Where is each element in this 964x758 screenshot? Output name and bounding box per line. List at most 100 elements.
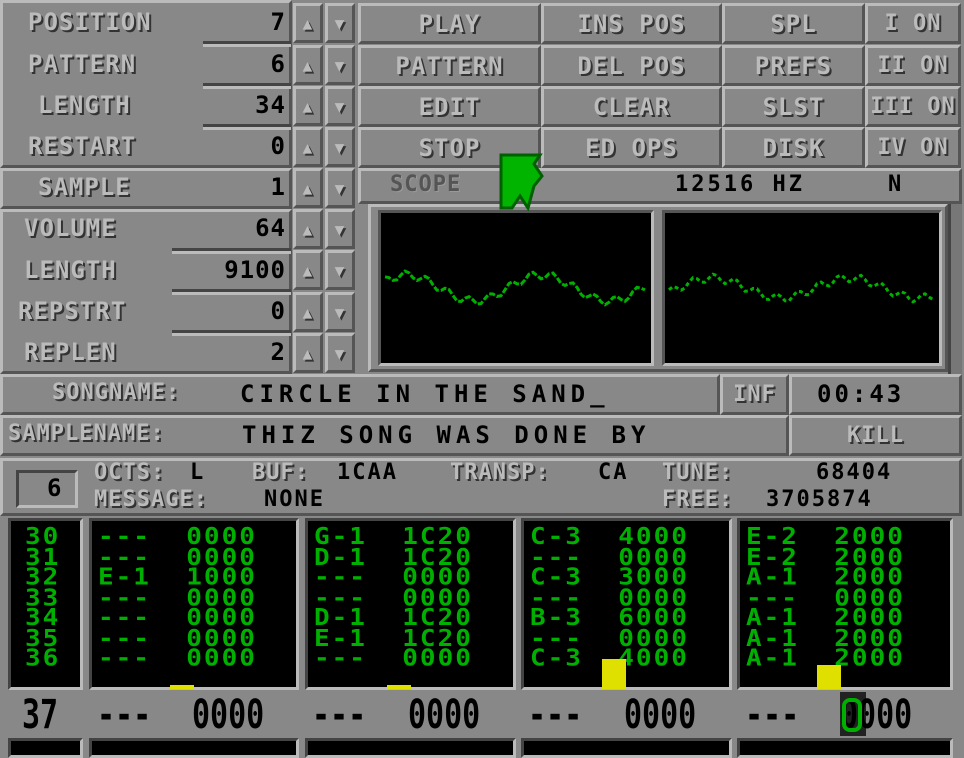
free-value: 3705874 — [766, 487, 873, 512]
sample-length-up-button[interactable]: ▲ — [293, 250, 323, 290]
arrow-down-icon: ▼ — [334, 13, 346, 33]
pattern-button[interactable]: PATTERN — [358, 45, 541, 86]
volume-value[interactable]: 64 — [255, 214, 286, 242]
scope-mode: N — [888, 172, 903, 197]
channel-4-cells[interactable]: E-2 2000 E-2 2000 A-1 2000 --- 0000 A-1 … — [746, 525, 905, 670]
channel-2-label: II ON — [877, 53, 949, 78]
channel-4-label: IV ON — [877, 135, 949, 160]
channel-2-track[interactable]: G-1 1C20 D-1 1C20 --- 0000 --- 0000 D-1 … — [305, 518, 516, 690]
replen-label: REPLEN — [24, 338, 117, 366]
row-numbers: 30 31 32 33 34 35 36 — [25, 523, 61, 672]
inf-button[interactable]: INF — [720, 374, 789, 415]
scope-label[interactable]: SCOPE — [390, 172, 461, 197]
length-label: LENGTH — [38, 91, 131, 119]
samplename-label: SAMPLENAME: — [8, 421, 165, 446]
current-row-ch1-effect: 0000 — [192, 692, 265, 738]
arrow-down-icon: ▼ — [334, 55, 346, 75]
volume-label: VOLUME — [24, 214, 117, 242]
ed-ops-button[interactable]: ED OPS — [541, 127, 722, 168]
repstrt-up-button[interactable]: ▲ — [293, 292, 323, 332]
sample-down-button[interactable]: ▼ — [325, 168, 355, 208]
length-up-button[interactable]: ▲ — [293, 86, 323, 126]
channel-1-cursor — [170, 685, 194, 689]
edit-cursor-digit-highlight — [842, 698, 862, 732]
ed-ops-label: ED OPS — [585, 133, 678, 162]
channel-3-cursor — [602, 659, 626, 689]
replen-value[interactable]: 2 — [271, 338, 286, 366]
current-row-ch3-note: --- — [528, 692, 583, 738]
replen-up-button[interactable]: ▲ — [293, 333, 323, 373]
current-row-number: 37 — [22, 692, 59, 738]
channel-2-toggle[interactable]: II ON — [865, 45, 961, 86]
volume-up-button[interactable]: ▲ — [293, 209, 323, 249]
arrow-up-icon: ▲ — [302, 55, 314, 75]
play-button[interactable]: PLAY — [358, 3, 541, 44]
disk-label: DISK — [762, 133, 825, 162]
tune-value: 68404 — [816, 460, 893, 485]
kill-button[interactable]: KILL — [789, 415, 962, 456]
kill-label: KILL — [847, 423, 904, 448]
ins-pos-button[interactable]: INS POS — [541, 3, 722, 44]
position-up-button[interactable]: ▲ — [293, 3, 323, 43]
position-value[interactable]: 7 — [271, 8, 286, 36]
restart-down-button[interactable]: ▼ — [325, 127, 355, 167]
channel-4-cursor — [817, 665, 841, 689]
del-pos-label: DEL POS — [577, 51, 686, 80]
length-down-button[interactable]: ▼ — [325, 86, 355, 126]
restart-value[interactable]: 0 — [271, 132, 286, 160]
samplename-value[interactable]: THIZ SONG WAS DONE BY — [242, 421, 650, 449]
next-rows-ch2 — [305, 738, 516, 758]
scope-left-trace — [384, 269, 646, 307]
pattern-value[interactable]: 6 — [271, 50, 286, 78]
slst-button[interactable]: SLST — [722, 86, 865, 127]
edit-label: EDIT — [418, 92, 481, 121]
prefs-button[interactable]: PREFS — [722, 45, 865, 86]
octs-label: OCTS: — [94, 460, 166, 485]
arrow-down-icon: ▼ — [334, 260, 346, 280]
arrow-up-icon: ▲ — [302, 260, 314, 280]
channel-2-cells[interactable]: G-1 1C20 D-1 1C20 --- 0000 --- 0000 D-1 … — [314, 525, 473, 670]
channel-1-cells[interactable]: --- 0000 --- 0000 E-1 1000 --- 0000 --- … — [98, 525, 257, 670]
arrow-down-icon: ▼ — [334, 343, 346, 363]
channel-1-track[interactable]: --- 0000 --- 0000 E-1 1000 --- 0000 --- … — [89, 518, 299, 690]
arrow-up-icon: ▲ — [302, 137, 314, 157]
restart-up-button[interactable]: ▲ — [293, 127, 323, 167]
del-pos-button[interactable]: DEL POS — [541, 45, 722, 86]
sample-length-down-button[interactable]: ▼ — [325, 250, 355, 290]
songname-value[interactable]: CIRCLE IN THE SAND_ — [240, 380, 610, 408]
sample-up-button[interactable]: ▲ — [293, 168, 323, 208]
channel-3-cells[interactable]: C-3 4000 --- 0000 C-3 3000 --- 0000 B-3 … — [530, 525, 689, 670]
scope-left-display — [378, 210, 654, 366]
position-label: POSITION — [28, 8, 152, 36]
position-down-button[interactable]: ▼ — [325, 3, 355, 43]
repstrt-down-button[interactable]: ▼ — [325, 292, 355, 332]
mouse-pointer-icon — [499, 153, 544, 212]
volume-down-button[interactable]: ▼ — [325, 209, 355, 249]
sample-value[interactable]: 1 — [271, 173, 286, 201]
spl-button[interactable]: SPL — [722, 3, 865, 44]
arrow-down-icon: ▼ — [334, 178, 346, 198]
channel-1-toggle[interactable]: I ON — [865, 3, 961, 44]
octave-value: 6 — [47, 474, 63, 502]
disk-button[interactable]: DISK — [722, 127, 865, 168]
songname-label: SONGNAME: — [52, 380, 181, 405]
next-rows-ch3 — [521, 738, 732, 758]
sample-length-value[interactable]: 9100 — [224, 256, 286, 284]
scope-side-strip — [948, 204, 962, 374]
pattern-down-button[interactable]: ▼ — [325, 45, 355, 85]
arrow-down-icon: ▼ — [334, 302, 346, 322]
length-value[interactable]: 34 — [255, 91, 286, 119]
channel-3-track[interactable]: C-3 4000 --- 0000 C-3 3000 --- 0000 B-3 … — [521, 518, 732, 690]
edit-button[interactable]: EDIT — [358, 86, 541, 127]
channel-4-track[interactable]: E-2 2000 E-2 2000 A-1 2000 --- 0000 A-1 … — [737, 518, 953, 690]
buf-label: BUF: — [252, 460, 309, 485]
spl-label: SPL — [770, 9, 817, 38]
clear-label: CLEAR — [592, 92, 671, 121]
channel-3-toggle[interactable]: III ON — [865, 86, 961, 127]
pattern-up-button[interactable]: ▲ — [293, 45, 323, 85]
channel-2-cursor — [387, 685, 411, 689]
replen-down-button[interactable]: ▼ — [325, 333, 355, 373]
repstrt-value[interactable]: 0 — [271, 297, 286, 325]
clear-button[interactable]: CLEAR — [541, 86, 722, 127]
channel-4-toggle[interactable]: IV ON — [865, 127, 961, 168]
